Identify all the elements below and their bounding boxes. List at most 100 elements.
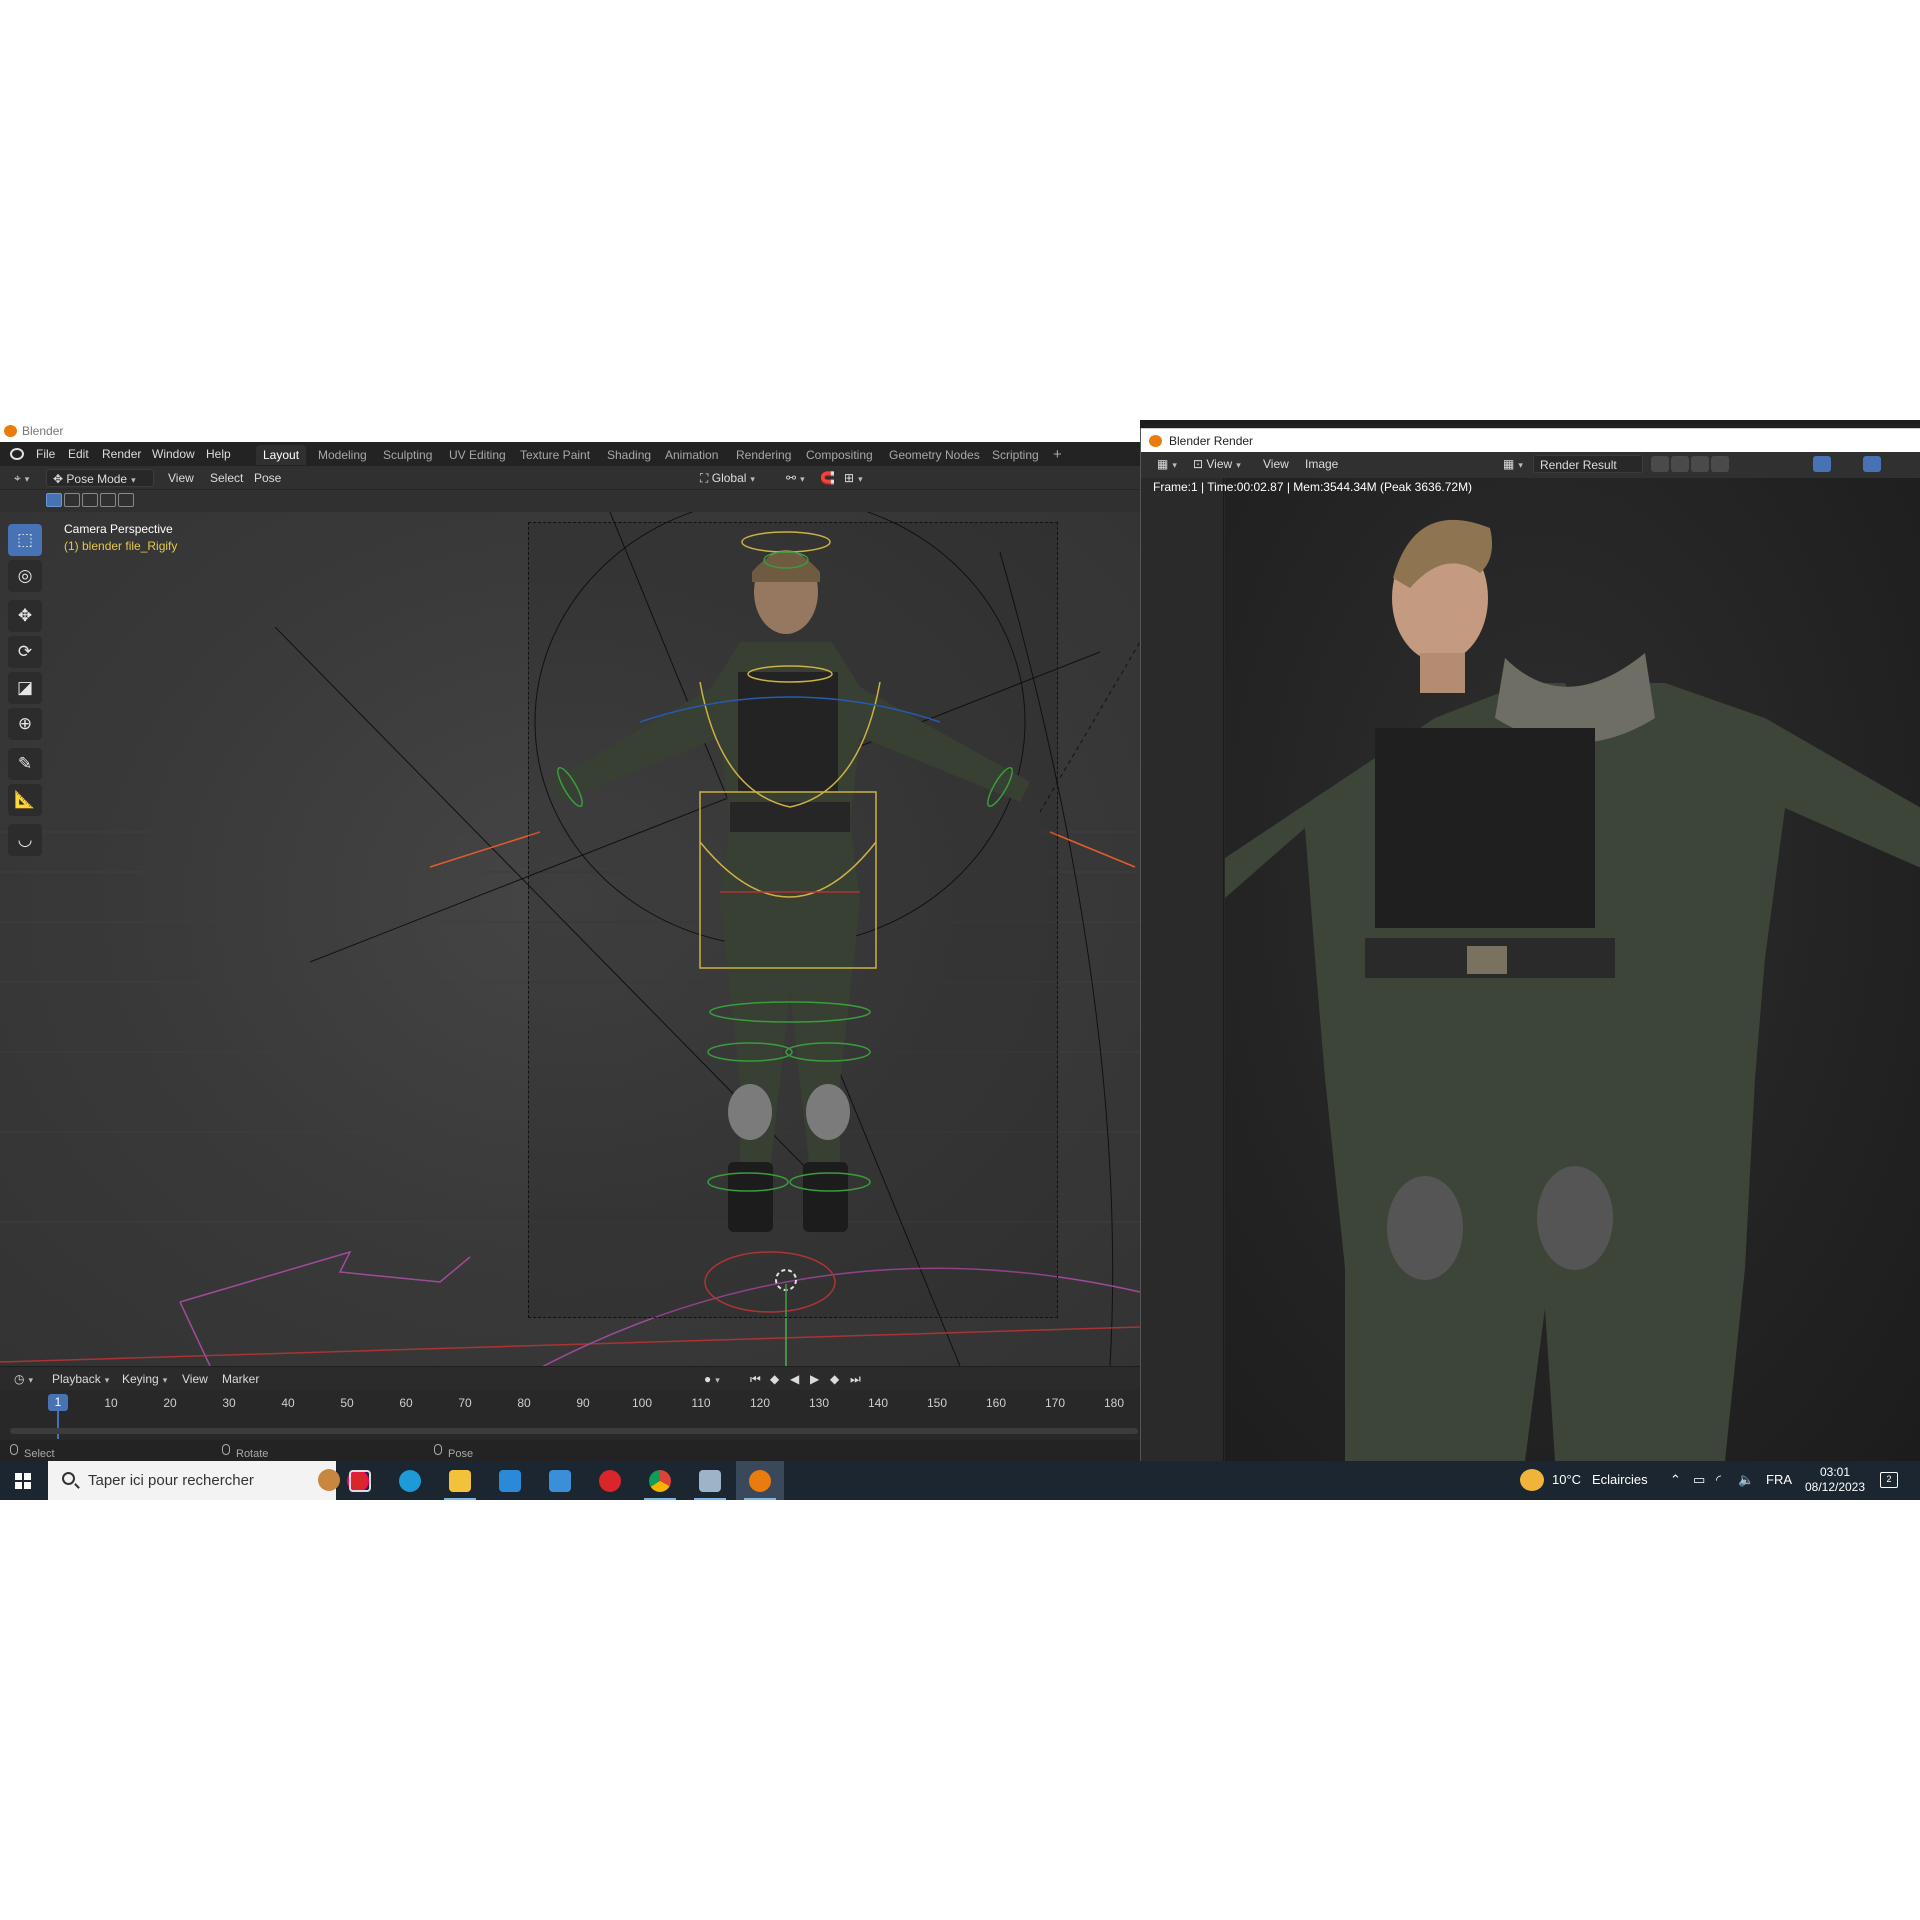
keying-label: Keying bbox=[122, 1372, 159, 1386]
chevron-up-icon[interactable]: ⌃ bbox=[1670, 1472, 1681, 1488]
tab-texture-paint[interactable]: Texture Paint bbox=[513, 445, 597, 465]
notifications-button[interactable]: 2 bbox=[1880, 1472, 1898, 1488]
menu-window[interactable]: Window bbox=[152, 447, 195, 461]
opera-app[interactable] bbox=[586, 1461, 634, 1500]
meet-now-icon[interactable]: ▭ bbox=[1693, 1472, 1705, 1488]
menu-pose[interactable]: Pose bbox=[248, 469, 287, 487]
clock-time: 03:01 bbox=[1819, 1465, 1851, 1479]
weather-icon[interactable] bbox=[1520, 1469, 1544, 1491]
mail-app[interactable] bbox=[536, 1461, 584, 1500]
gizmo-toggle-icon[interactable] bbox=[1813, 456, 1831, 472]
image-view-menu[interactable]: View bbox=[1257, 455, 1295, 473]
tab-scripting[interactable]: Scripting bbox=[985, 445, 1046, 465]
start-windows-icon[interactable] bbox=[15, 1473, 31, 1489]
rendered-character bbox=[1225, 519, 1920, 1461]
tab-uv-editing[interactable]: UV Editing bbox=[442, 445, 513, 465]
pivot-dropdown[interactable]: ⚯ ▾ bbox=[780, 469, 811, 487]
image-menu[interactable]: Image bbox=[1299, 455, 1344, 473]
fake-user-icon[interactable] bbox=[1651, 456, 1669, 472]
overlay-toggle-icon[interactable] bbox=[1863, 456, 1881, 472]
menu-select[interactable]: Select bbox=[204, 469, 249, 487]
record-button[interactable]: ● ▾ bbox=[698, 1370, 726, 1388]
add-workspace-button[interactable]: + bbox=[1046, 445, 1069, 465]
rotate-tool[interactable]: ⟳ bbox=[8, 636, 42, 668]
render-title-bar: Blender Render bbox=[1141, 428, 1920, 452]
task-view-button[interactable] bbox=[336, 1461, 384, 1500]
marker-menu[interactable]: Marker bbox=[216, 1370, 265, 1388]
timeline-scrollbar[interactable] bbox=[10, 1428, 1138, 1434]
tab-sculpting[interactable]: Sculpting bbox=[376, 445, 439, 465]
transform-tool[interactable]: ⊕ bbox=[8, 708, 42, 740]
render-result-image[interactable] bbox=[1225, 478, 1920, 1461]
menu-view[interactable]: View bbox=[162, 469, 200, 487]
mode-dropdown[interactable]: ✥ Pose Mode ▾ bbox=[46, 469, 154, 487]
file-explorer-app[interactable] bbox=[436, 1461, 484, 1500]
active-object-label: (1) blender file_Rigify bbox=[64, 539, 178, 553]
menu-file[interactable]: File bbox=[36, 447, 55, 461]
jump-end-icon[interactable]: ⏭ bbox=[844, 1370, 867, 1388]
blender-app[interactable] bbox=[736, 1461, 784, 1500]
menu-edit[interactable]: Edit bbox=[68, 447, 89, 461]
weather-temp[interactable]: 10°C bbox=[1552, 1472, 1581, 1487]
taskbar-search-box[interactable]: Taper ici pour rechercher bbox=[48, 1461, 369, 1500]
menu-help[interactable]: Help bbox=[206, 447, 231, 461]
current-frame-indicator[interactable]: 1 bbox=[48, 1394, 68, 1411]
timeline-view-menu[interactable]: View bbox=[176, 1370, 214, 1388]
tab-rendering[interactable]: Rendering bbox=[729, 445, 798, 465]
frame-label: 110 bbox=[691, 1396, 711, 1410]
photos-app[interactable] bbox=[686, 1461, 734, 1500]
3d-viewport[interactable]: Camera Perspective (1) blender file_Rigi… bbox=[0, 512, 1140, 1366]
render-result-field[interactable]: Render Result bbox=[1533, 455, 1643, 473]
image-browse-icon[interactable]: ▦ ▾ bbox=[1497, 455, 1529, 473]
playback-menu[interactable]: Playback ▾ bbox=[46, 1370, 115, 1388]
weather-desc[interactable]: Eclaircies bbox=[1592, 1472, 1648, 1487]
select-mode-intersect-icon[interactable] bbox=[118, 493, 134, 507]
menu-render[interactable]: Render bbox=[102, 447, 141, 461]
tab-modeling[interactable]: Modeling bbox=[311, 445, 374, 465]
cursor-tool[interactable]: ◎ bbox=[8, 560, 42, 592]
pose-relax-tool[interactable]: ◡ bbox=[8, 824, 42, 856]
play-reverse-icon[interactable]: ◀ bbox=[784, 1370, 805, 1388]
mouse-left-icon bbox=[10, 1444, 18, 1455]
open-folder-icon[interactable] bbox=[1691, 456, 1709, 472]
editor-type-dropdown[interactable]: ⌖ ▾ bbox=[8, 469, 35, 487]
orientation-dropdown[interactable]: ⛶ Global ▾ bbox=[694, 469, 761, 487]
measure-icon: 📐 bbox=[14, 790, 36, 809]
measure-tool[interactable]: 📐 bbox=[8, 784, 42, 816]
select-box-tool[interactable]: ⬚ bbox=[8, 524, 42, 556]
edge-app[interactable] bbox=[386, 1461, 434, 1500]
prev-keyframe-icon[interactable]: ◆ bbox=[764, 1370, 785, 1388]
close-icon[interactable] bbox=[1711, 456, 1729, 472]
snap-dropdown[interactable]: ⊞ ▾ bbox=[838, 469, 869, 487]
chrome-app[interactable] bbox=[636, 1461, 684, 1500]
tab-compositing[interactable]: Compositing bbox=[799, 445, 880, 465]
language-indicator[interactable]: FRA bbox=[1766, 1472, 1792, 1487]
select-mode-extend-icon[interactable] bbox=[64, 493, 80, 507]
store-app[interactable] bbox=[486, 1461, 534, 1500]
select-mode-invert-icon[interactable] bbox=[100, 493, 116, 507]
tab-shading[interactable]: Shading bbox=[600, 445, 658, 465]
image-editor-type[interactable]: ▦ ▾ bbox=[1151, 455, 1183, 473]
annotate-tool[interactable]: ✎ bbox=[8, 748, 42, 780]
tab-animation[interactable]: Animation bbox=[658, 445, 725, 465]
play-icon[interactable]: ▶ bbox=[804, 1370, 825, 1388]
timeline-ruler[interactable]: 1 10 20 30 40 50 60 70 80 90 100 110 120… bbox=[0, 1390, 1140, 1440]
volume-icon[interactable]: 🔈 bbox=[1738, 1472, 1754, 1488]
keying-menu[interactable]: Keying ▾ bbox=[116, 1370, 173, 1388]
timeline-header: ◷ ▾ Playback ▾ Keying ▾ View Marker ● ▾ ⏮ ◆ … bbox=[0, 1366, 1140, 1390]
cursor-icon: ◎ bbox=[17, 566, 33, 585]
view-mode-dropdown[interactable]: ⊡ View ▾ bbox=[1187, 455, 1247, 473]
select-mode-new-icon[interactable] bbox=[46, 493, 62, 507]
blender-menu-icon[interactable] bbox=[10, 448, 24, 460]
new-image-icon[interactable] bbox=[1671, 456, 1689, 472]
clock[interactable]: 03:01 08/12/2023 bbox=[1800, 1465, 1870, 1495]
next-keyframe-icon[interactable]: ◆ bbox=[824, 1370, 845, 1388]
tab-layout[interactable]: Layout bbox=[256, 445, 307, 465]
select-mode-subtract-icon[interactable] bbox=[82, 493, 98, 507]
timeline-editor-type[interactable]: ◷ ▾ bbox=[8, 1370, 39, 1388]
scale-tool[interactable]: ◪ bbox=[8, 672, 42, 704]
wifi-icon[interactable]: ◜ bbox=[1716, 1472, 1721, 1488]
tab-geometry-nodes[interactable]: Geometry Nodes bbox=[882, 445, 987, 465]
move-tool[interactable]: ✥ bbox=[8, 600, 42, 632]
snap-toggle[interactable]: 🧲 bbox=[814, 469, 841, 487]
